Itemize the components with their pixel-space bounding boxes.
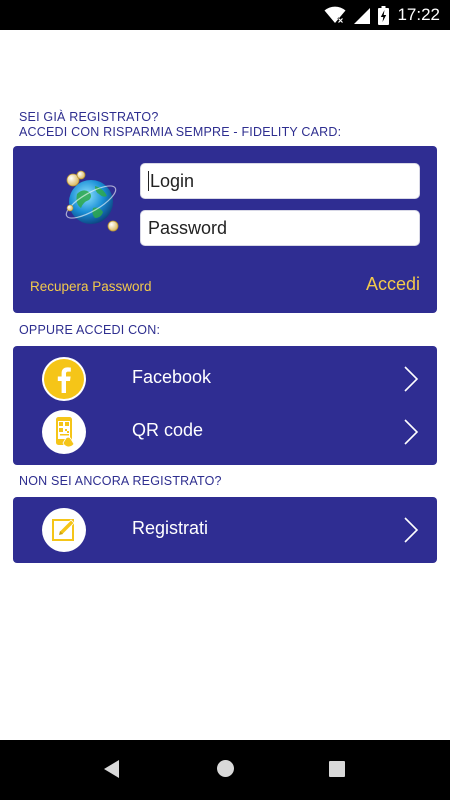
login-card: Login Password Recupera Password Accedi	[13, 146, 437, 313]
qr-code-label: QR code	[132, 420, 204, 440]
wifi-icon	[324, 6, 346, 24]
alternative-card: Facebook QR code	[13, 346, 437, 465]
navigation-bar	[0, 740, 450, 800]
facebook-login-row[interactable]: Facebook	[13, 353, 437, 405]
home-icon[interactable]	[216, 759, 235, 783]
login-field[interactable]: Login	[140, 163, 420, 199]
chevron-right-icon	[403, 516, 419, 549]
register-heading: NON SEI ANCORA REGISTRATO?	[19, 474, 222, 488]
chevron-right-icon	[403, 418, 419, 451]
back-icon[interactable]	[103, 759, 121, 784]
login-heading-line2: ACCEDI CON RISPARMIA SEMPRE - FIDELITY C…	[19, 125, 342, 139]
signal-icon	[354, 7, 371, 24]
recents-icon[interactable]	[329, 761, 345, 782]
qr-phone-icon	[42, 410, 86, 454]
facebook-label: Facebook	[132, 367, 212, 387]
register-card: Registrati	[13, 497, 437, 563]
password-placeholder: Password	[148, 217, 228, 238]
status-time: 17:22	[397, 5, 440, 24]
alternative-heading: OPPURE ACCEDI CON:	[19, 323, 161, 337]
login-button[interactable]: Accedi	[366, 274, 420, 295]
password-field[interactable]: Password	[140, 210, 420, 246]
status-icons: 17:22	[324, 0, 440, 30]
login-placeholder: Login	[150, 170, 195, 191]
battery-icon	[378, 5, 390, 25]
login-heading-line1: SEI GIÀ REGISTRATO?	[19, 110, 159, 124]
qr-code-login-row[interactable]: QR code	[13, 406, 437, 458]
facebook-icon	[42, 357, 86, 401]
status-bar: 17:22	[0, 0, 450, 30]
login-heading: SEI GIÀ REGISTRATO? ACCEDI CON RISPARMIA…	[19, 110, 341, 140]
edit-icon	[42, 508, 86, 552]
register-label: Registrati	[132, 518, 209, 538]
register-row[interactable]: Registrati	[13, 504, 437, 556]
recover-password-link[interactable]: Recupera Password	[30, 279, 152, 294]
globe-logo	[57, 168, 125, 236]
chevron-right-icon	[403, 365, 419, 398]
text-cursor	[148, 171, 149, 191]
